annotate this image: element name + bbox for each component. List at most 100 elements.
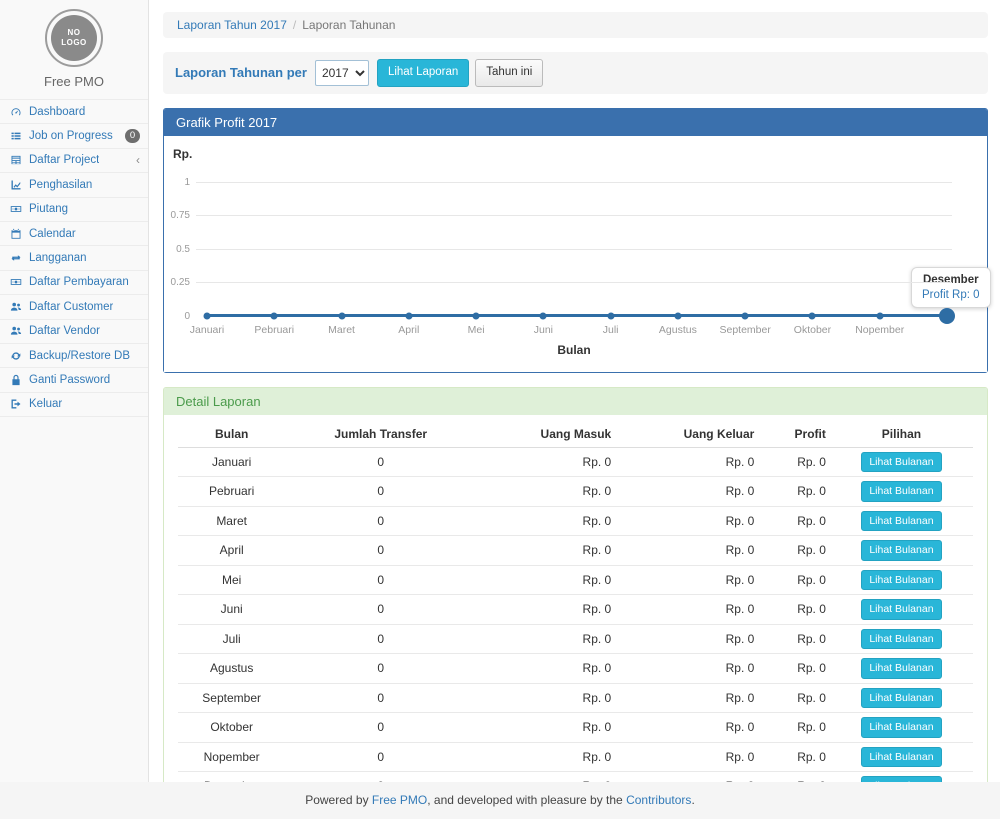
chart-point-juli[interactable] (607, 312, 614, 319)
view-monthly-button-desember[interactable]: Lihat Bulanan (861, 776, 941, 782)
chart-point-april[interactable] (405, 312, 412, 319)
table-row-nopember: Nopember0Rp. 0Rp. 0Rp. 0Lihat Bulanan (178, 742, 973, 772)
line-chart-icon (10, 179, 24, 191)
footer-link-free-pmo[interactable]: Free PMO (372, 793, 427, 807)
sidebar-item-daftar-pembayaran[interactable]: Daftar Pembayaran (0, 271, 148, 295)
this-year-button[interactable]: Tahun ini (475, 59, 543, 87)
sidebar-item-piutang[interactable]: Piutang (0, 198, 148, 222)
view-monthly-button-agustus[interactable]: Lihat Bulanan (861, 658, 941, 679)
report-toolbar: Laporan Tahunan per 2017 Lihat Laporan T… (163, 52, 988, 94)
view-monthly-button-juni[interactable]: Lihat Bulanan (861, 599, 941, 620)
chart-point-september[interactable] (742, 312, 749, 319)
cell-profit: Rp. 0 (758, 447, 830, 477)
cell-jumlah-transfer: 0 (285, 447, 476, 477)
year-select[interactable]: 2017 (315, 60, 369, 86)
chart-point-agustus[interactable] (674, 312, 681, 319)
chart-y-tick: 0.5 (164, 244, 190, 255)
view-monthly-button-pebruari[interactable]: Lihat Bulanan (861, 481, 941, 502)
view-monthly-button-oktober[interactable]: Lihat Bulanan (861, 717, 941, 738)
no-logo-badge: NO LOGO (45, 9, 103, 67)
table-row-desember: Desember0Rp. 0Rp. 0Rp. 0Lihat Bulanan (178, 772, 973, 783)
sidebar-item-label: Daftar Project (29, 154, 99, 166)
cell-jumlah-transfer: 0 (285, 772, 476, 783)
view-monthly-button-april[interactable]: Lihat Bulanan (861, 540, 941, 561)
cell-profit: Rp. 0 (758, 536, 830, 566)
chart-x-tick: April (398, 324, 419, 336)
profit-chart-panel: Grafik Profit 2017 Rp. Desember Profit R… (163, 108, 988, 373)
cell-bulan: Juli (178, 624, 285, 654)
sidebar-item-job-on-progress[interactable]: Job on Progress0 (0, 124, 148, 148)
cell-uang-masuk: Rp. 0 (476, 772, 615, 783)
sidebar-item-daftar-customer[interactable]: Daftar Customer (0, 295, 148, 319)
sidebar-item-label: Daftar Vendor (29, 325, 100, 337)
table-row-pebruari: Pebruari0Rp. 0Rp. 0Rp. 0Lihat Bulanan (178, 477, 973, 507)
chart-point-pebruari[interactable] (271, 312, 278, 319)
main-content: Laporan Tahun 2017/Laporan Tahunan Lapor… (149, 0, 1000, 782)
chart-point-oktober[interactable] (809, 312, 816, 319)
cell-uang-keluar: Rp. 0 (615, 595, 758, 625)
chart-point-juni[interactable] (540, 312, 547, 319)
cell-uang-keluar: Rp. 0 (615, 654, 758, 684)
view-monthly-button-maret[interactable]: Lihat Bulanan (861, 511, 941, 532)
table-row-maret: Maret0Rp. 0Rp. 0Rp. 0Lihat Bulanan (178, 506, 973, 536)
view-monthly-button-september[interactable]: Lihat Bulanan (861, 688, 941, 709)
table-row-oktober: Oktober0Rp. 0Rp. 0Rp. 0Lihat Bulanan (178, 713, 973, 743)
app: NO LOGO Free PMO Dashboard Job on Progres… (0, 0, 1000, 782)
footer-link-contributors[interactable]: Contributors (626, 793, 691, 807)
cell-uang-masuk: Rp. 0 (476, 447, 615, 477)
cell-uang-keluar: Rp. 0 (615, 536, 758, 566)
cell-jumlah-transfer: 0 (285, 742, 476, 772)
cell-uang-masuk: Rp. 0 (476, 624, 615, 654)
chart-point-maret[interactable] (338, 312, 345, 319)
chart-point-mei[interactable] (473, 312, 480, 319)
sidebar-item-langganan[interactable]: Langganan (0, 246, 148, 270)
breadcrumb-link-laporan-tahun[interactable]: Laporan Tahun 2017 (177, 18, 287, 32)
view-monthly-button-januari[interactable]: Lihat Bulanan (861, 452, 941, 473)
sidebar-item-daftar-vendor[interactable]: Daftar Vendor (0, 320, 148, 344)
chart-x-tick: Juli (603, 324, 619, 336)
view-monthly-button-mei[interactable]: Lihat Bulanan (861, 570, 941, 591)
view-monthly-button-nopember[interactable]: Lihat Bulanan (861, 747, 941, 768)
col-header-pilihan: Pilihan (830, 421, 973, 448)
sidebar-item-label: Penghasilan (29, 179, 92, 191)
sidebar-item-backup-restore-db[interactable]: Backup/Restore DB (0, 344, 148, 368)
chart-point-nopember[interactable] (876, 312, 883, 319)
cell-uang-keluar: Rp. 0 (615, 683, 758, 713)
cell-profit: Rp. 0 (758, 477, 830, 507)
no-logo-icon: NO LOGO (51, 15, 97, 61)
sidebar-item-penghasilan[interactable]: Penghasilan (0, 173, 148, 197)
cell-uang-masuk: Rp. 0 (476, 477, 615, 507)
users-icon (10, 301, 24, 313)
sidebar-item-label: Keluar (29, 398, 62, 410)
col-header-bulan: Bulan (178, 421, 285, 448)
cell-uang-masuk: Rp. 0 (476, 742, 615, 772)
cell-bulan: Oktober (178, 713, 285, 743)
tasks-icon (10, 130, 24, 142)
cell-profit: Rp. 0 (758, 683, 830, 713)
col-header-profit: Profit (758, 421, 830, 448)
table-row-mei: Mei0Rp. 0Rp. 0Rp. 0Lihat Bulanan (178, 565, 973, 595)
sidebar-item-label: Dashboard (29, 106, 85, 118)
sidebar-item-ganti-password[interactable]: Ganti Password (0, 368, 148, 392)
brand-name: Free PMO (0, 74, 148, 89)
sidebar-item-calendar[interactable]: Calendar (0, 222, 148, 246)
sidebar-item-daftar-project[interactable]: Daftar Project‹ (0, 149, 148, 173)
chart-point-januari[interactable] (204, 312, 211, 319)
job-count-badge: 0 (125, 129, 140, 143)
view-report-button[interactable]: Lihat Laporan (377, 59, 469, 87)
cell-uang-keluar: Rp. 0 (615, 506, 758, 536)
sidebar-item-keluar[interactable]: Keluar (0, 393, 148, 417)
chart-gridline (196, 182, 952, 183)
tooltip-month: Desember (922, 274, 980, 286)
cell-jumlah-transfer: 0 (285, 477, 476, 507)
chart-gridline (196, 249, 952, 250)
col-header-uang-masuk: Uang Masuk (476, 421, 615, 448)
cell-uang-keluar: Rp. 0 (615, 742, 758, 772)
sidebar-item-label: Langganan (29, 252, 87, 264)
chart-point-desember[interactable] (939, 308, 955, 324)
cell-uang-masuk: Rp. 0 (476, 595, 615, 625)
sidebar-item-dashboard[interactable]: Dashboard (0, 100, 148, 124)
cell-jumlah-transfer: 0 (285, 506, 476, 536)
view-monthly-button-juli[interactable]: Lihat Bulanan (861, 629, 941, 650)
cell-uang-masuk: Rp. 0 (476, 536, 615, 566)
